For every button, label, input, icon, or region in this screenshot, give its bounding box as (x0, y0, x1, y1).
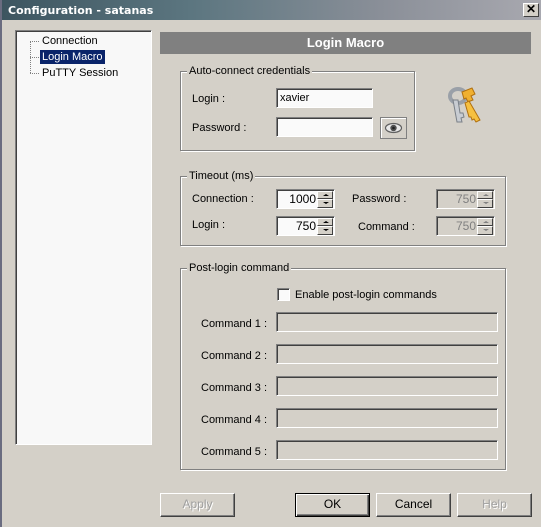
spin-down-button (477, 199, 493, 208)
command-5-input (276, 440, 498, 460)
post-login-legend: Post-login command (187, 261, 292, 275)
eye-icon (384, 122, 403, 134)
credentials-group: Auto-connect credentials (180, 64, 415, 151)
keys-icon (448, 87, 481, 123)
apply-button: Apply (160, 493, 235, 517)
tree-connector (30, 73, 39, 74)
login-label: Login : (192, 93, 226, 105)
command-5-label: Command 5 : (201, 446, 268, 458)
connection-timeout-value: 1000 (289, 192, 316, 206)
login-input[interactable] (276, 88, 373, 108)
password-timeout-spinner: 750 (436, 189, 495, 209)
command-1-input (276, 312, 498, 332)
login-timeout-spinner[interactable]: 750 (276, 216, 335, 236)
arrow-up-icon (323, 194, 329, 196)
title-bar: Configuration - satanas ✕ (2, 0, 541, 20)
enable-post-login-label[interactable]: Enable post-login commands (295, 288, 437, 302)
spin-down-button[interactable] (317, 199, 333, 208)
tree-item-putty-session[interactable]: PuTTY Session (40, 66, 120, 80)
arrow-down-icon (323, 229, 329, 231)
command-3-label: Command 3 : (201, 382, 268, 394)
window-title: Configuration - satanas (8, 4, 154, 17)
tree-connector (30, 57, 39, 58)
command-4-label: Command 4 : (201, 414, 268, 426)
close-icon: ✕ (525, 2, 537, 16)
tree-item-login-macro[interactable]: Login Macro (40, 50, 105, 64)
arrow-down-icon (483, 229, 489, 231)
command-timeout-spinner: 750 (436, 216, 495, 236)
spin-down-button (477, 226, 493, 235)
tree-connector (30, 41, 39, 42)
password-label: Password : (192, 122, 247, 134)
arrow-up-icon (483, 194, 489, 196)
connection-timeout-spinner[interactable]: 1000 (276, 189, 335, 209)
login-timeout-value: 750 (295, 219, 316, 233)
spin-up-button (477, 191, 493, 199)
category-tree[interactable]: Connection Login Macro PuTTY Session (15, 30, 152, 445)
configuration-dialog: Configuration - satanas ✕ Connection Log… (0, 0, 541, 527)
password-timeout-value: 750 (455, 192, 476, 206)
enable-post-login-checkbox[interactable] (277, 288, 290, 301)
cancel-button[interactable]: Cancel (376, 493, 451, 517)
command-4-input (276, 408, 498, 428)
command-3-input (276, 376, 498, 396)
close-button[interactable]: ✕ (523, 3, 539, 17)
command-timeout-label: Command : (358, 221, 415, 233)
tree-item-connection[interactable]: Connection (40, 34, 100, 48)
ok-button[interactable]: OK (295, 493, 370, 517)
login-timeout-label: Login : (192, 219, 226, 231)
spin-down-button[interactable] (317, 226, 333, 235)
command-timeout-value: 750 (455, 219, 476, 233)
arrow-down-icon (483, 202, 489, 204)
show-password-button[interactable] (380, 117, 407, 139)
credentials-legend: Auto-connect credentials (187, 64, 313, 78)
password-timeout-label: Password : (352, 193, 407, 205)
connection-timeout-label: Connection : (192, 193, 254, 205)
command-1-label: Command 1 : (201, 318, 268, 330)
spin-up-button[interactable] (317, 218, 333, 226)
password-input[interactable] (276, 117, 373, 137)
help-button: Help (457, 493, 532, 517)
timeout-legend: Timeout (ms) (187, 169, 256, 183)
spin-up-button (477, 218, 493, 226)
command-2-label: Command 2 : (201, 350, 268, 362)
command-2-input (276, 344, 498, 364)
arrow-up-icon (483, 221, 489, 223)
panel-title: Login Macro (160, 32, 531, 54)
arrow-down-icon (323, 202, 329, 204)
spin-up-button[interactable] (317, 191, 333, 199)
arrow-up-icon (323, 221, 329, 223)
